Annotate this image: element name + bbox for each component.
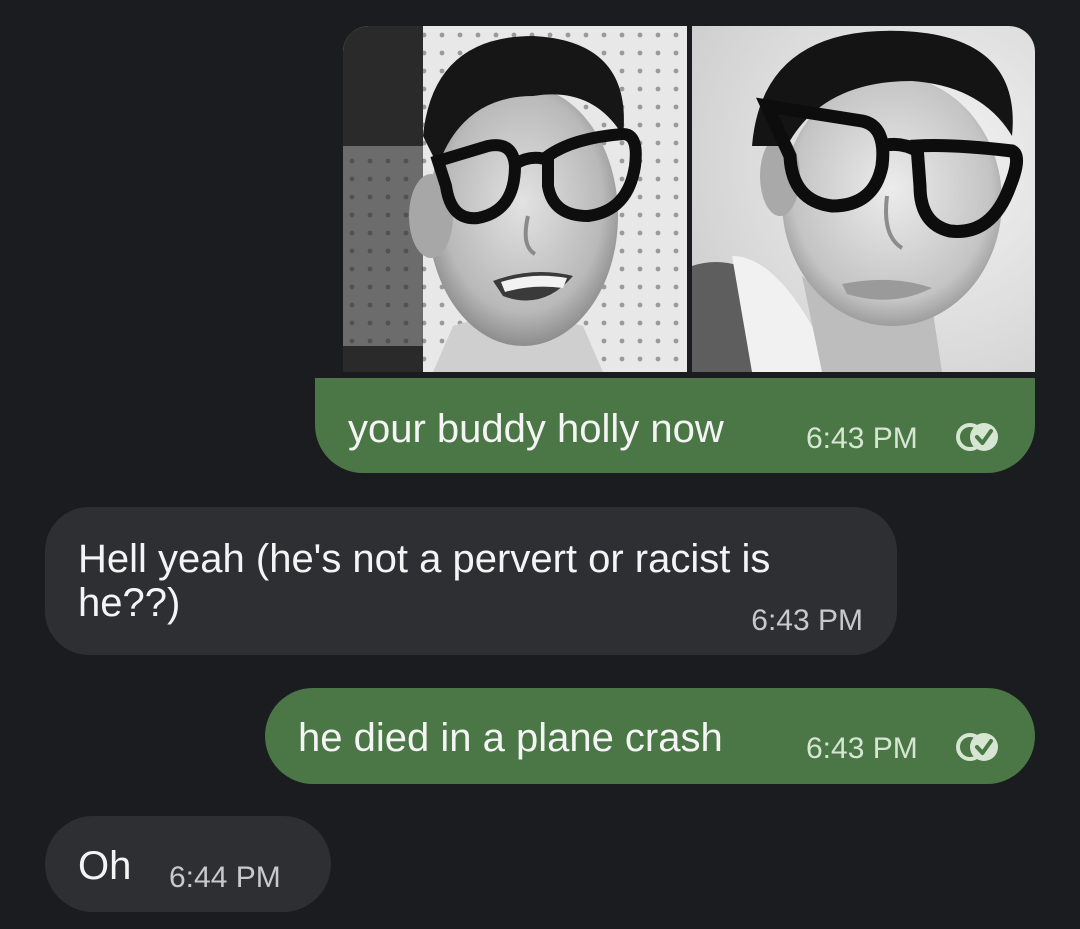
message-time: 6:43 PM xyxy=(806,732,918,765)
photo-right[interactable] xyxy=(692,26,1035,372)
read-check-icon xyxy=(956,423,998,451)
read-check-icon xyxy=(956,733,998,761)
outgoing-bubble[interactable]: your buddy holly now 6:43 PM xyxy=(315,378,1035,473)
message-text: your buddy holly now xyxy=(348,407,724,451)
incoming-bubble[interactable]: Oh 6:44 PM xyxy=(45,816,331,912)
message-time: 6:44 PM xyxy=(169,861,281,894)
message-text: Oh xyxy=(78,844,132,888)
incoming-bubble[interactable]: Hell yeah (he's not a pervert or racist … xyxy=(45,507,897,655)
photo-attachment[interactable] xyxy=(343,26,1035,372)
photo-left[interactable] xyxy=(343,26,687,372)
message-text: he died in a plane crash xyxy=(298,716,723,760)
message-time: 6:43 PM xyxy=(806,422,918,455)
outgoing-bubble[interactable]: he died in a plane crash 6:43 PM xyxy=(265,688,1035,784)
message-text: Hell yeah (he's not a pervert or racist … xyxy=(78,537,771,625)
message-time: 6:43 PM xyxy=(751,604,863,637)
